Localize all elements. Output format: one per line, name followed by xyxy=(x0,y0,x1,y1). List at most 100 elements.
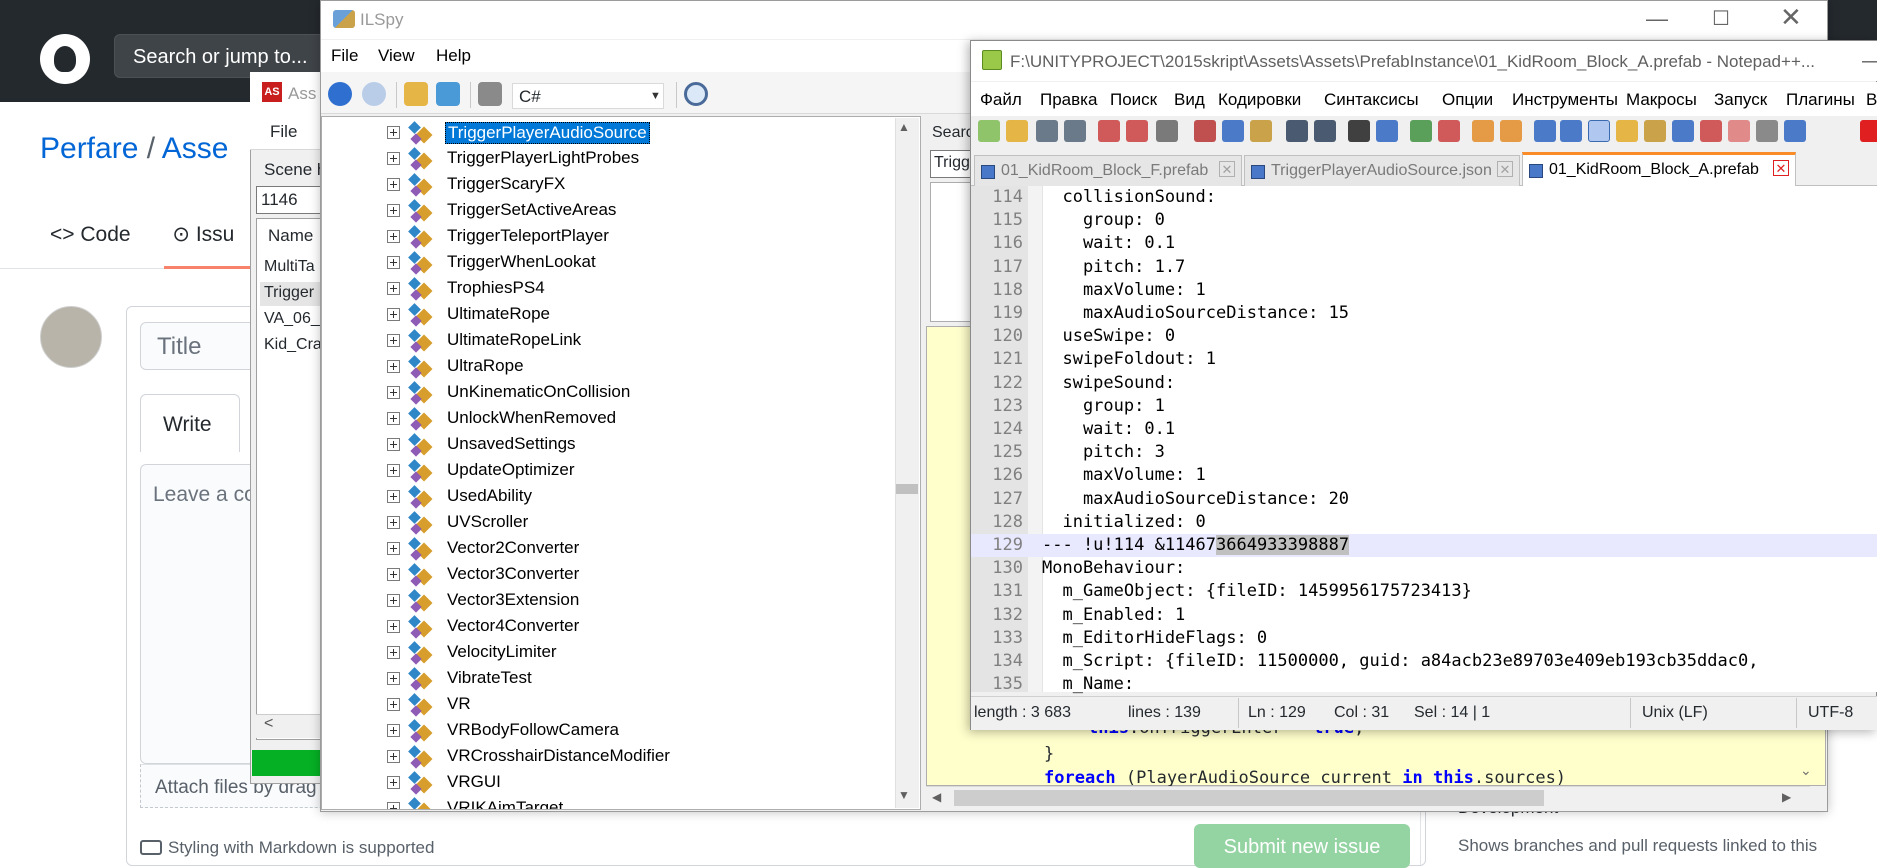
tree-item[interactable]: TriggerScaryFX xyxy=(322,171,882,197)
chevron-down-icon[interactable]: ▼ xyxy=(650,90,661,102)
replace-icon[interactable] xyxy=(1376,120,1398,142)
expand-icon[interactable] xyxy=(387,152,400,165)
view-eye-icon[interactable] xyxy=(1784,120,1806,142)
expand-icon[interactable] xyxy=(387,386,400,399)
tree-item[interactable]: VelocityLimiter xyxy=(322,639,882,665)
expand-icon[interactable] xyxy=(387,750,400,763)
find-icon[interactable] xyxy=(1348,120,1370,142)
tree-vscrollbar[interactable] xyxy=(895,118,919,808)
expand-icon[interactable] xyxy=(387,776,400,789)
repo-name-link[interactable]: Asse xyxy=(162,132,229,165)
tree-item[interactable]: UltimateRope xyxy=(322,301,882,327)
code-line[interactable]: 130 MonoBehaviour: xyxy=(971,557,1877,580)
menu-file[interactable]: Файл xyxy=(980,90,1022,110)
tree-item[interactable]: UnsavedSettings xyxy=(322,431,882,457)
code-line[interactable]: 135 m_Name: xyxy=(971,673,1877,696)
tab-issues[interactable]: ⊙ Issu xyxy=(172,223,234,246)
expand-icon[interactable] xyxy=(387,360,400,373)
code-line[interactable]: 115 group: 0 xyxy=(971,209,1877,232)
tab-kidroom-block-f[interactable]: 01_KidRoom_Block_F.prefab ✕ xyxy=(974,155,1242,186)
scroll-left-icon[interactable]: ◀ xyxy=(932,790,941,804)
code-line[interactable]: 118 maxVolume: 1 xyxy=(971,279,1877,302)
code-line[interactable]: 117 pitch: 1.7 xyxy=(971,256,1877,279)
close-tab-icon[interactable]: ✕ xyxy=(1773,160,1789,176)
tree-item[interactable]: VR xyxy=(322,691,882,717)
tree-item[interactable]: VRCrosshairDistanceModifier xyxy=(322,743,882,769)
expand-icon[interactable] xyxy=(387,230,400,243)
tree-item[interactable]: VibrateTest xyxy=(322,665,882,691)
word-wrap-icon[interactable] xyxy=(1534,120,1556,142)
code-line[interactable]: 128 initialized: 0 xyxy=(971,511,1877,534)
close-icon[interactable]: ✕ xyxy=(1780,2,1802,33)
tab-kidroom-block-a[interactable]: 01_KidRoom_Block_A.prefab ✕ xyxy=(1522,152,1796,186)
forward-icon[interactable] xyxy=(362,82,386,106)
close-file-icon[interactable] xyxy=(1098,120,1120,142)
code-line[interactable]: 131 m_GameObject: {fileID: 1459956175723… xyxy=(971,580,1877,603)
assetstudio-hscrollbar[interactable]: < xyxy=(256,714,330,738)
tree-item[interactable]: TriggerPlayerAudioSource xyxy=(322,119,882,145)
list-item[interactable]: Trigger xyxy=(264,284,328,302)
menu-options[interactable]: Опции xyxy=(1442,90,1493,110)
tree-scroll-thumb[interactable] xyxy=(896,484,918,494)
assetstudio-menu-file[interactable]: File xyxy=(270,122,297,142)
back-icon[interactable] xyxy=(328,82,352,106)
scroll-right-icon[interactable]: ▶ xyxy=(1782,790,1791,804)
lock-icon[interactable] xyxy=(478,82,502,106)
scroll-down-icon[interactable]: ▼ xyxy=(898,788,910,802)
expand-icon[interactable] xyxy=(387,178,400,191)
language-select[interactable]: C# xyxy=(512,83,664,109)
expand-icon[interactable] xyxy=(387,802,400,809)
menu-file[interactable]: File xyxy=(331,46,358,66)
menu-run[interactable]: Запуск xyxy=(1714,90,1767,110)
tree-item[interactable]: UnKinematicOnCollision xyxy=(322,379,882,405)
code-line[interactable]: 120 useSwipe: 0 xyxy=(971,325,1877,348)
expand-icon[interactable] xyxy=(387,542,400,555)
open-folder-icon[interactable] xyxy=(404,82,428,106)
tree-item[interactable]: VRIKAimTarget xyxy=(322,795,882,809)
save-all-icon[interactable] xyxy=(1064,120,1086,142)
sync-v-icon[interactable] xyxy=(1472,120,1494,142)
search-icon[interactable] xyxy=(684,82,708,106)
list-item[interactable]: Kid_Cra xyxy=(264,336,328,354)
code-line[interactable]: 133 m_EditorHideFlags: 0 xyxy=(971,627,1877,650)
code-line[interactable]: 126 maxVolume: 1 xyxy=(971,464,1877,487)
tree-item[interactable]: TriggerWhenLookat xyxy=(322,249,882,275)
code-hscroll-thumb[interactable] xyxy=(954,790,1544,806)
code-line[interactable]: 134 m_Script: {fileID: 11500000, guid: a… xyxy=(971,650,1877,673)
expand-icon[interactable] xyxy=(387,698,400,711)
paste-icon[interactable] xyxy=(1250,120,1272,142)
menu-encoding[interactable]: Кодировки xyxy=(1218,90,1301,110)
status-eol[interactable]: Unix (LF) xyxy=(1642,704,1708,722)
chevron-down-icon[interactable]: ⌄ xyxy=(1800,762,1812,779)
assetstudio-scene-tab[interactable]: Scene h xyxy=(264,160,326,180)
expand-icon[interactable] xyxy=(387,724,400,737)
tree-item[interactable]: Vector4Converter xyxy=(322,613,882,639)
tree-item[interactable]: VRBodyFollowCamera xyxy=(322,717,882,743)
expand-icon[interactable] xyxy=(387,672,400,685)
folder-workspace-icon[interactable] xyxy=(1700,120,1722,142)
maximize-icon[interactable]: ☐ xyxy=(1712,6,1730,31)
status-encoding[interactable]: UTF-8 xyxy=(1808,704,1853,722)
tree-item[interactable]: Vector3Extension xyxy=(322,587,882,613)
code-line[interactable]: 121 swipeFoldout: 1 xyxy=(971,348,1877,371)
minimize-icon[interactable]: — xyxy=(1862,50,1877,73)
github-logo-icon[interactable] xyxy=(40,34,90,84)
cut-icon[interactable] xyxy=(1194,120,1216,142)
tab-write[interactable]: Write xyxy=(140,394,240,452)
expand-icon[interactable] xyxy=(387,308,400,321)
function-list-icon[interactable] xyxy=(1672,120,1694,142)
menu-help[interactable]: Help xyxy=(436,46,471,66)
code-line[interactable]: 123 group: 1 xyxy=(971,395,1877,418)
menu-plugins[interactable]: Плагины xyxy=(1786,90,1855,110)
tree-item[interactable]: UnlockWhenRemoved xyxy=(322,405,882,431)
expand-icon[interactable] xyxy=(387,334,400,347)
tree-item[interactable]: UVScroller xyxy=(322,509,882,535)
expand-icon[interactable] xyxy=(387,568,400,581)
tree-item[interactable]: TriggerSetActiveAreas xyxy=(322,197,882,223)
refresh-icon[interactable] xyxy=(436,82,460,106)
expand-icon[interactable] xyxy=(387,126,400,139)
stop-record-icon[interactable] xyxy=(1860,120,1877,142)
code-line[interactable]: 132 m_Enabled: 1 xyxy=(971,604,1877,627)
menu-syntax[interactable]: Синтаксисы xyxy=(1324,90,1419,110)
menu-view[interactable]: Вид xyxy=(1174,90,1205,110)
